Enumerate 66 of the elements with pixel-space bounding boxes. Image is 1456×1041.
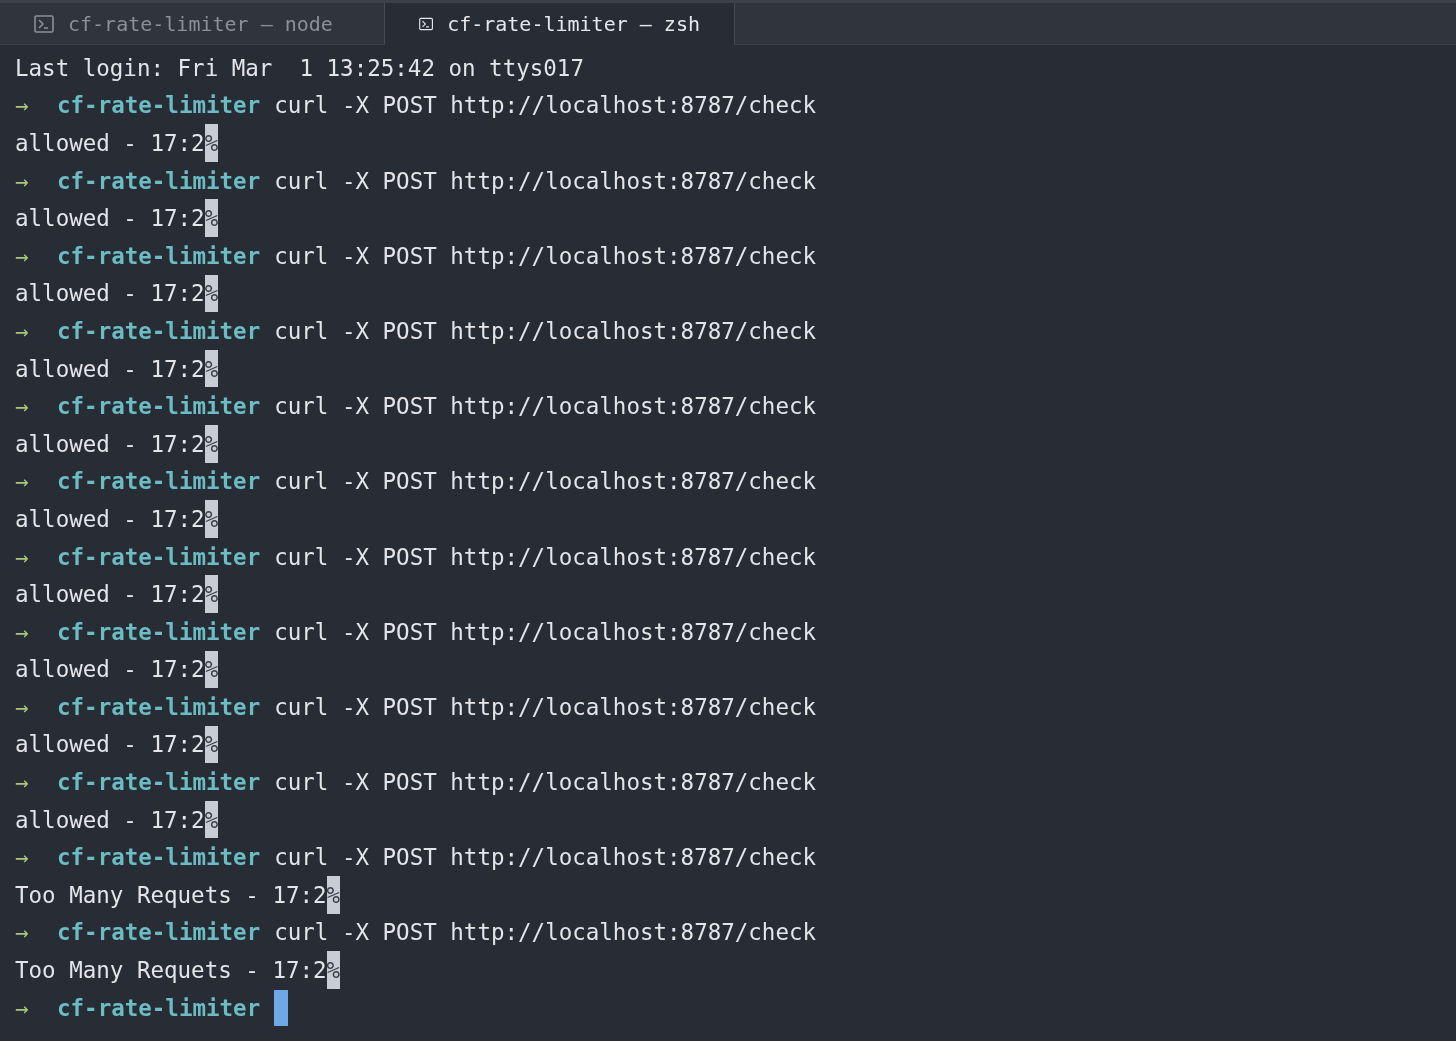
prompt-directory: cf-rate-limiter (57, 769, 261, 796)
end-of-line-mark: % (204, 124, 219, 162)
output-text: allowed - 17:2 (15, 130, 205, 156)
command-text: curl -X POST http://localhost:8787/check (274, 167, 817, 194)
prompt-directory: cf-rate-limiter (57, 317, 261, 344)
prompt-arrow: → (15, 543, 30, 570)
prompt-directory: cf-rate-limiter (57, 393, 261, 420)
prompt-directory: cf-rate-limiter (57, 167, 261, 194)
terminal-icon (419, 15, 434, 33)
output-text: allowed - 17:2 (15, 806, 205, 833)
prompt-arrow: → (15, 92, 30, 119)
output-text: allowed - 17:2 (15, 505, 205, 532)
end-of-line-mark: % (204, 424, 219, 463)
prompt-directory: cf-rate-limiter (57, 92, 261, 119)
command-text: curl -X POST http://localhost:8787/check (274, 242, 817, 269)
prompt-directory: cf-rate-limiter (57, 242, 261, 269)
end-of-line-mark: % (204, 725, 219, 764)
end-of-line-mark: % (204, 650, 219, 689)
end-of-line-mark: % (326, 876, 341, 914)
end-of-line-mark: % (204, 349, 219, 388)
prompt-arrow: → (15, 167, 30, 194)
terminal-tab[interactable]: cf-rate-limiter — zsh (385, 3, 735, 45)
end-of-line-mark: % (326, 951, 341, 989)
output-text: Too Many Requets - 17:2 (15, 881, 327, 908)
output-text: allowed - 17:2 (15, 430, 205, 457)
end-of-line-mark: % (204, 575, 219, 613)
command-text: curl -X POST http://localhost:8787/check (274, 618, 817, 645)
output-text: allowed - 17:2 (15, 731, 205, 758)
output-text: Last login: Fri Mar 1 13:25:42 on ttys017 (15, 54, 584, 81)
prompt-arrow: → (15, 919, 30, 946)
end-of-line-mark: % (204, 274, 219, 313)
end-of-line-mark: % (204, 800, 219, 839)
output-text: allowed - 17:2 (15, 656, 205, 683)
terminal-icon (34, 14, 54, 33)
command-text: curl -X POST http://localhost:8787/check (274, 92, 817, 119)
command-text: curl -X POST http://localhost:8787/check (274, 543, 817, 570)
prompt-arrow: → (15, 693, 30, 720)
prompt-arrow: → (15, 994, 30, 1021)
prompt-arrow: → (15, 393, 30, 420)
prompt-arrow: → (15, 468, 30, 495)
prompt-directory: cf-rate-limiter (57, 468, 261, 495)
command-text: curl -X POST http://localhost:8787/check (274, 769, 817, 796)
prompt-arrow: → (15, 242, 30, 269)
end-of-line-mark: % (204, 500, 219, 538)
output-text: allowed - 17:2 (15, 280, 205, 307)
output-text: allowed - 17:2 (15, 355, 205, 382)
prompt-directory: cf-rate-limiter (57, 844, 261, 871)
prompt-arrow: → (15, 769, 30, 796)
output-text: allowed - 17:2 (15, 581, 205, 608)
command-text: curl -X POST http://localhost:8787/check (274, 844, 817, 871)
prompt-directory: cf-rate-limiter (57, 994, 261, 1021)
command-text: curl -X POST http://localhost:8787/check (274, 393, 817, 420)
prompt-directory: cf-rate-limiter (57, 693, 261, 720)
prompt-arrow: → (15, 844, 30, 871)
command-text: curl -X POST http://localhost:8787/check (274, 693, 817, 720)
prompt-arrow: → (15, 317, 30, 344)
command-text: curl -X POST http://localhost:8787/check (274, 317, 817, 344)
output-text: Too Many Requets - 17:2 (15, 957, 327, 984)
end-of-line-mark: % (204, 199, 219, 237)
prompt-directory: cf-rate-limiter (57, 618, 261, 645)
prompt-directory: cf-rate-limiter (57, 543, 261, 570)
prompt-arrow: → (15, 618, 30, 645)
command-text: curl -X POST http://localhost:8787/check (274, 468, 817, 495)
command-text: curl -X POST http://localhost:8787/check (274, 919, 817, 946)
output-text: allowed - 17:2 (15, 205, 205, 232)
prompt-directory: cf-rate-limiter (57, 919, 261, 946)
